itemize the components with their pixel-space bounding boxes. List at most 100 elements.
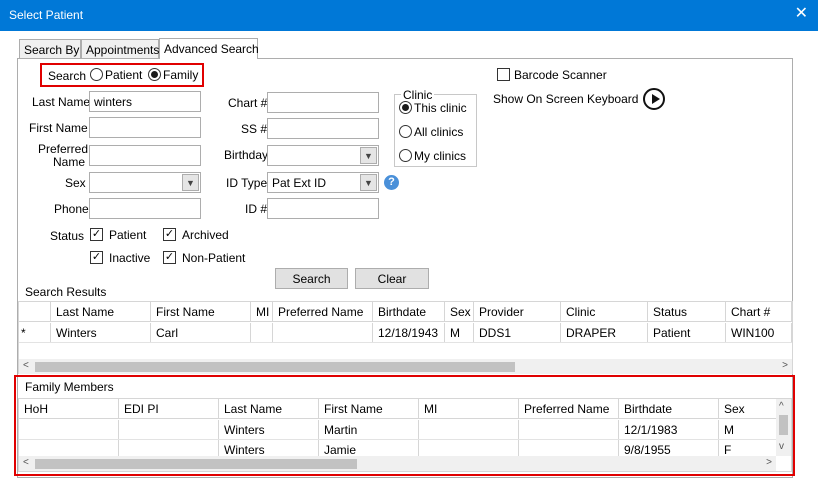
scrollbar-thumb[interactable] (35, 459, 357, 469)
column-header[interactable]: First Name (151, 302, 251, 322)
first-name-label: First Name (29, 121, 88, 135)
cell (19, 420, 119, 439)
tab-appointments[interactable]: Appointments (81, 39, 159, 59)
ss-input[interactable] (267, 118, 379, 139)
id-label: ID # (245, 202, 268, 216)
first-name-input[interactable] (89, 117, 201, 138)
sex-select[interactable]: ▼ (89, 172, 201, 193)
column-header[interactable]: Provider (474, 302, 561, 322)
id-type-select[interactable]: Pat Ext ID ▼ (267, 172, 379, 193)
status-archived-label: Archived (182, 228, 229, 242)
radio-my-clinics[interactable] (399, 149, 412, 162)
chart-label: Chart # (228, 96, 268, 110)
column-header[interactable]: Status (648, 302, 726, 322)
chevron-right-icon[interactable]: > (782, 360, 788, 371)
column-header[interactable]: MI (419, 399, 519, 419)
column-header[interactable]: Preferred Name (273, 302, 373, 322)
birthday-picker[interactable]: ▼ (267, 145, 379, 166)
chevron-down-icon: ▼ (360, 174, 377, 191)
status-inactive-checkbox[interactable]: ✓ (90, 251, 103, 264)
column-header[interactable]: Sex (719, 399, 776, 419)
results-horizontal-scrollbar[interactable]: < > (19, 359, 792, 374)
column-header[interactable]: EDI PI (119, 399, 219, 419)
status-nonpatient-label: Non-Patient (182, 251, 246, 265)
column-header[interactable]: Birthdate (373, 302, 445, 322)
column-header[interactable]: First Name (319, 399, 419, 419)
column-header[interactable]: Clinic (561, 302, 648, 322)
cell (273, 323, 373, 342)
chevron-left-icon[interactable]: < (23, 360, 29, 371)
radio-family-label: Family (163, 68, 199, 82)
results-header: Last Name First Name MI Preferred Name B… (19, 302, 792, 322)
preferred-name-label: Preferred (38, 142, 89, 156)
clinic-group-legend: Clinic (401, 88, 435, 102)
last-name-label: Last Name (32, 95, 91, 109)
status-patient-label: Patient (109, 228, 147, 242)
tab-advanced-search[interactable]: Advanced Search (159, 38, 259, 59)
chevron-right-icon[interactable]: > (766, 457, 772, 468)
cell: Carl (151, 323, 251, 342)
column-header[interactable]: Last Name (219, 399, 319, 419)
close-icon[interactable]: ✕ (795, 5, 808, 23)
cell: 12/18/1943 (373, 323, 445, 342)
clear-button[interactable]: Clear (355, 268, 429, 289)
radio-patient[interactable] (90, 68, 103, 81)
id-input[interactable] (267, 198, 379, 219)
cell (251, 323, 273, 342)
column-header[interactable]: Chart # (726, 302, 792, 322)
chart-input[interactable] (267, 92, 379, 113)
scrollbar-thumb[interactable] (779, 415, 788, 435)
radio-my-clinics-label: My clinics (414, 149, 467, 163)
last-name-input[interactable]: winters (89, 91, 201, 112)
status-patient-checkbox[interactable]: ✓ (90, 228, 103, 241)
column-header[interactable]: Birthdate (619, 399, 719, 419)
cell: M (445, 323, 474, 342)
radio-this-clinic[interactable] (399, 101, 412, 114)
cell: DRAPER (561, 323, 648, 342)
column-header[interactable]: Sex (445, 302, 474, 322)
radio-patient-label: Patient (105, 68, 143, 82)
radio-this-clinic-label: This clinic (414, 101, 467, 115)
family-horizontal-scrollbar[interactable]: < > (19, 456, 776, 471)
status-archived-checkbox[interactable]: ✓ (163, 228, 176, 241)
help-icon[interactable]: ? (384, 175, 399, 190)
status-inactive-label: Inactive (109, 251, 151, 265)
chevron-down-icon: ▼ (360, 147, 377, 164)
cell (519, 420, 619, 439)
table-row[interactable]: * Winters Carl 12/18/1943 M DDS1 DRAPER … (19, 323, 792, 343)
tab-search-by[interactable]: Search By (19, 39, 81, 59)
column-header[interactable]: HoH (19, 399, 119, 419)
play-icon[interactable] (643, 88, 665, 110)
family-vertical-scrollbar[interactable]: ^ v (776, 399, 791, 456)
cell: Winters (219, 420, 319, 439)
chevron-left-icon[interactable]: < (23, 457, 29, 468)
cell (419, 420, 519, 439)
phone-input[interactable] (89, 198, 201, 219)
barcode-scanner-checkbox[interactable] (497, 68, 510, 81)
chevron-up-icon[interactable]: ^ (779, 401, 784, 412)
preferred-name-input[interactable] (89, 145, 201, 166)
scrollbar-thumb[interactable] (35, 362, 515, 372)
search-results-title: Search Results (25, 285, 107, 299)
family-header: HoH EDI PI Last Name First Name MI Prefe… (19, 399, 776, 419)
radio-family[interactable] (148, 68, 161, 81)
birthday-label: Birthday (224, 148, 269, 162)
radio-all-clinics[interactable] (399, 125, 412, 138)
column-header[interactable]: Preferred Name (519, 399, 619, 419)
chevron-down-icon[interactable]: v (779, 441, 784, 452)
cell: WIN100 (726, 323, 792, 342)
ss-label: SS # (241, 122, 268, 136)
column-header[interactable]: MI (251, 302, 273, 322)
table-row[interactable]: Winters Jamie 9/8/1955 F (19, 440, 776, 459)
family-members-title: Family Members (25, 380, 114, 394)
id-type-label: ID Type (226, 176, 268, 190)
status-nonpatient-checkbox[interactable]: ✓ (163, 251, 176, 264)
sex-label: Sex (65, 176, 86, 190)
search-button[interactable]: Search (275, 268, 348, 289)
cell: DDS1 (474, 323, 561, 342)
window-title: Select Patient (9, 8, 84, 22)
chevron-down-icon: ▼ (182, 174, 199, 191)
table-row[interactable]: Winters Martin 12/1/1983 M (19, 420, 776, 440)
keyboard-label: Show On Screen Keyboard (493, 92, 639, 106)
column-header[interactable]: Last Name (51, 302, 151, 322)
